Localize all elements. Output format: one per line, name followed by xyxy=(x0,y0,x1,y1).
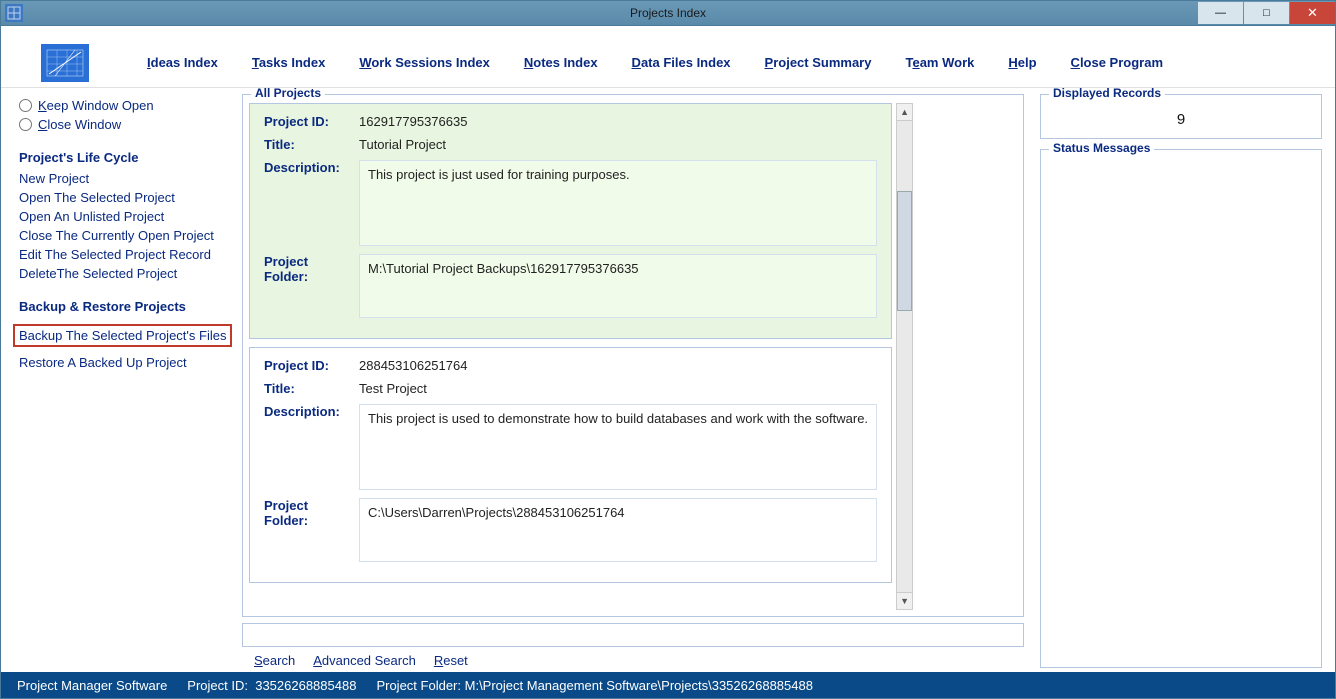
reset-link[interactable]: Reset xyxy=(434,653,468,668)
status-app-name: Project Manager Software xyxy=(17,678,167,693)
project-card[interactable]: Project ID: 288453106251764 Title: Test … xyxy=(249,347,892,583)
search-input[interactable] xyxy=(242,623,1024,647)
all-projects-legend: All Projects xyxy=(251,88,325,100)
sidebar-section-backup: Backup & Restore Projects xyxy=(19,299,234,314)
scroll-thumb[interactable] xyxy=(897,191,912,311)
project-list: Project ID: 162917795376635 Title: Tutor… xyxy=(249,103,896,610)
value-project-id: 162917795376635 xyxy=(359,114,467,129)
status-project-id: Project ID: 33526268885488 xyxy=(187,678,356,693)
status-messages-legend: Status Messages xyxy=(1049,141,1154,155)
radio-keep-window-open[interactable]: Keep Window Open xyxy=(19,98,234,113)
radio-close-window[interactable]: Close Window xyxy=(19,117,234,132)
value-project-folder: M:\Tutorial Project Backups\162917795376… xyxy=(359,254,877,318)
menu-project-summary[interactable]: Project Summary xyxy=(765,55,872,70)
sidebar-restore-backup[interactable]: Restore A Backed Up Project xyxy=(19,355,234,370)
right-column: Displayed Records 9 Status Messages xyxy=(1032,94,1322,668)
menu-data-files-index[interactable]: Data Files Index xyxy=(632,55,731,70)
label-project-folder: ProjectFolder: xyxy=(264,254,359,318)
sidebar: Keep Window Open Close Window Project's … xyxy=(19,94,234,668)
project-logo-icon xyxy=(41,44,89,82)
scroll-track[interactable] xyxy=(897,121,912,592)
sidebar-open-unlisted[interactable]: Open An Unlisted Project xyxy=(19,209,234,224)
menu-help[interactable]: Help xyxy=(1008,55,1036,70)
statusbar: Project Manager Software Project ID: 335… xyxy=(1,672,1335,698)
menu-team-work[interactable]: Team Work xyxy=(905,55,974,70)
value-description: This project is used to demonstrate how … xyxy=(359,404,877,490)
main-pane: Keep Window Open Close Window Project's … xyxy=(1,88,1335,672)
value-title: Tutorial Project xyxy=(359,137,446,152)
sidebar-new-project[interactable]: New Project xyxy=(19,171,234,186)
advanced-search-link[interactable]: Advanced Search xyxy=(313,653,416,668)
label-title: Title: xyxy=(264,137,359,152)
titlebar: Projects Index — □ ✕ xyxy=(0,0,1336,26)
label-project-folder: ProjectFolder: xyxy=(264,498,359,562)
label-project-id: Project ID: xyxy=(264,358,359,373)
status-project-folder: Project Folder: M:\Project Management So… xyxy=(376,678,813,693)
center-column: All Projects Project ID: 162917795376635 xyxy=(242,94,1024,668)
client-area: Ideas Index Tasks Index Work Sessions In… xyxy=(0,26,1336,699)
window-title: Projects Index xyxy=(1,6,1335,20)
project-card[interactable]: Project ID: 162917795376635 Title: Tutor… xyxy=(249,103,892,339)
toolbar: Ideas Index Tasks Index Work Sessions In… xyxy=(1,38,1335,88)
status-messages-panel: Status Messages xyxy=(1040,149,1322,668)
menu-close-program[interactable]: Close Program xyxy=(1071,55,1163,70)
scroll-up-icon[interactable]: ▲ xyxy=(897,104,912,121)
label-description: Description: xyxy=(264,404,359,490)
value-project-folder: C:\Users\Darren\Projects\288453106251764 xyxy=(359,498,877,562)
sidebar-open-selected[interactable]: Open The Selected Project xyxy=(19,190,234,205)
sidebar-delete-selected[interactable]: DeleteThe Selected Project xyxy=(19,266,234,281)
value-title: Test Project xyxy=(359,381,427,396)
scroll-down-icon[interactable]: ▼ xyxy=(897,592,912,609)
displayed-records-legend: Displayed Records xyxy=(1049,88,1165,100)
menu-ideas-index[interactable]: Ideas Index xyxy=(147,55,218,70)
project-list-scrollbar[interactable]: ▲ ▼ xyxy=(896,103,913,610)
main-menu: Ideas Index Tasks Index Work Sessions In… xyxy=(147,55,1163,70)
menu-tasks-index[interactable]: Tasks Index xyxy=(252,55,325,70)
sidebar-close-current[interactable]: Close The Currently Open Project xyxy=(19,228,234,243)
displayed-records-count: 9 xyxy=(1051,111,1311,128)
label-project-id: Project ID: xyxy=(264,114,359,129)
sidebar-section-lifecycle: Project's Life Cycle xyxy=(19,150,234,165)
label-title: Title: xyxy=(264,381,359,396)
sidebar-backup-selected[interactable]: Backup The Selected Project's Files xyxy=(13,324,232,347)
value-project-id: 288453106251764 xyxy=(359,358,467,373)
all-projects-panel: All Projects Project ID: 162917795376635 xyxy=(242,94,1024,617)
value-description: This project is just used for training p… xyxy=(359,160,877,246)
sidebar-edit-selected[interactable]: Edit The Selected Project Record xyxy=(19,247,234,262)
search-link[interactable]: Search xyxy=(254,653,295,668)
menu-work-sessions-index[interactable]: Work Sessions Index xyxy=(359,55,490,70)
menu-notes-index[interactable]: Notes Index xyxy=(524,55,598,70)
search-area: Search Advanced Search Reset xyxy=(242,623,1024,668)
label-description: Description: xyxy=(264,160,359,246)
app-window: Projects Index — □ ✕ Ideas Index Tasks I… xyxy=(0,0,1336,699)
displayed-records-panel: Displayed Records 9 xyxy=(1040,94,1322,139)
